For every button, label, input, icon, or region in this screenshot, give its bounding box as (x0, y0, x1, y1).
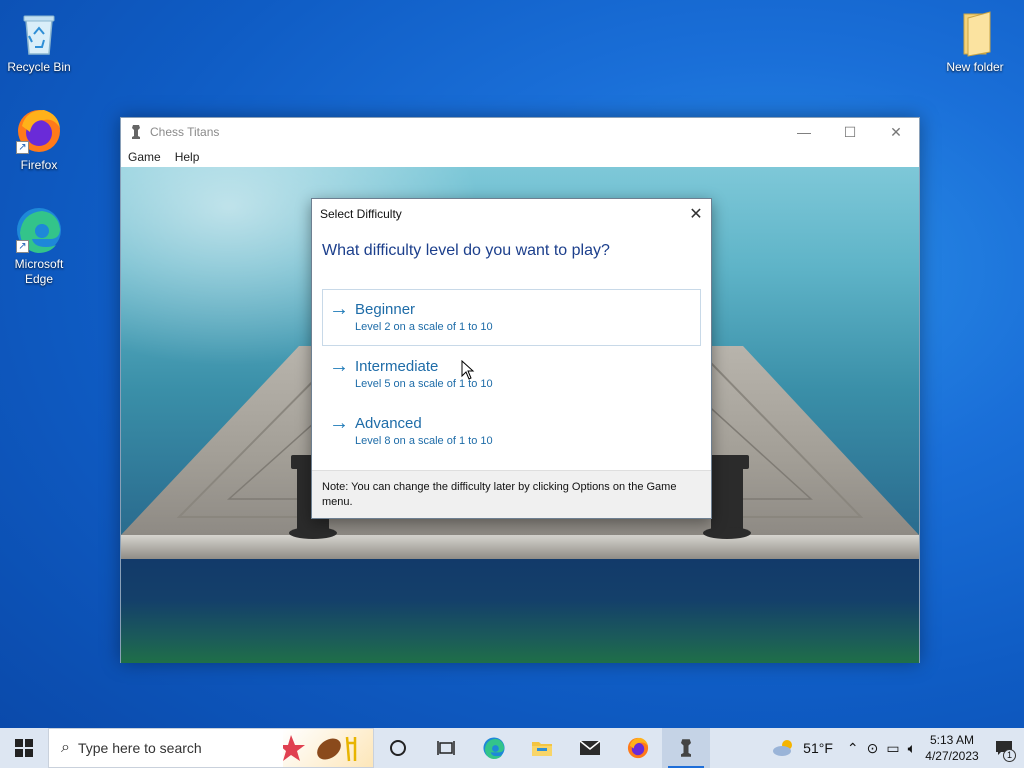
taskbar: ⌕ Type here to search 51°F ⌃ ⊙ ▭ 🔈︎ 5:13… (0, 728, 1024, 768)
weather-widget[interactable]: 51°F (767, 738, 843, 758)
desktop-icon-edge[interactable]: ↗ Microsoft Edge (1, 205, 77, 287)
folder-icon (950, 8, 1000, 58)
chess-titans-icon (132, 125, 140, 139)
search-placeholder: Type here to search (77, 740, 202, 756)
menu-game[interactable]: Game (127, 150, 168, 164)
dialog-title: Select Difficulty (320, 207, 402, 221)
shortcut-arrow-icon: ↗ (16, 141, 29, 154)
firefox-icon: ↗ (14, 106, 64, 156)
chess-titans-icon (681, 739, 691, 757)
option-advanced[interactable]: → Advanced Level 8 on a scale of 1 to 10 (322, 403, 701, 460)
new-folder-label: New folder (946, 60, 1004, 74)
window-title: Chess Titans (150, 125, 220, 139)
shortcut-arrow-icon: ↗ (16, 240, 29, 253)
desktop-icon-new-folder[interactable]: New folder (937, 8, 1013, 75)
arrow-right-icon: → (329, 412, 349, 434)
weather-temp: 51°F (803, 740, 833, 756)
edge-icon (483, 737, 505, 760)
task-view-icon (437, 741, 455, 755)
notifications-button[interactable]: 1 (984, 728, 1024, 768)
weather-cloudy-icon (773, 740, 793, 756)
mail-icon (579, 740, 601, 755)
window-titlebar[interactable]: Chess Titans — ☐ ✕ (121, 118, 919, 146)
firefox-label: Firefox (20, 158, 58, 172)
board-floor (121, 559, 919, 663)
option-description: Level 2 on a scale of 1 to 10 (355, 321, 493, 333)
meet-now-icon[interactable]: ⊙ (863, 740, 883, 757)
option-intermediate[interactable]: → Intermediate Level 5 on a scale of 1 t… (322, 346, 701, 403)
menu-bar: Game Help (121, 146, 919, 167)
desktop-icon-recycle-bin[interactable]: Recycle Bin (1, 8, 77, 75)
volume-icon[interactable]: 🔈︎ (904, 740, 920, 757)
notification-count: 1 (1003, 749, 1016, 762)
option-label: Intermediate (355, 358, 439, 375)
option-label: Beginner (355, 301, 416, 318)
system-tray: 51°F ⌃ ⊙ ▭ 🔈︎ 5:13 AM 4/27/2023 1 (767, 728, 1024, 768)
dialog-note: Note: You can change the difficulty late… (312, 470, 711, 518)
option-beginner[interactable]: → Beginner Level 2 on a scale of 1 to 10 (322, 289, 701, 346)
taskbar-firefox[interactable] (614, 728, 662, 768)
edge-icon: ↗ (14, 205, 64, 255)
taskbar-chess-titans[interactable] (662, 728, 710, 768)
chevron-up-icon[interactable]: ⌃ (843, 740, 863, 757)
start-button[interactable] (0, 728, 48, 768)
maximize-button[interactable]: ☐ (827, 118, 873, 146)
minimize-button[interactable]: — (781, 118, 827, 146)
option-description: Level 8 on a scale of 1 to 10 (355, 435, 493, 447)
recycle-bin-label: Recycle Bin (7, 60, 71, 74)
recycle-bin-icon (14, 8, 64, 58)
desktop-icon-firefox[interactable]: ↗ Firefox (1, 106, 77, 173)
edge-label: Microsoft Edge (14, 257, 64, 286)
cortana-button[interactable] (374, 728, 422, 768)
search-icon: ⌕ (61, 739, 70, 756)
arrow-right-icon: → (329, 298, 349, 320)
cortana-icon (390, 740, 406, 756)
firefox-icon (627, 737, 649, 759)
file-explorer-icon (532, 742, 552, 756)
taskbar-file-explorer[interactable] (518, 728, 566, 768)
taskbar-mail[interactable] (566, 728, 614, 768)
clock-time: 5:13 AM (929, 733, 975, 747)
dialog-titlebar[interactable]: Select Difficulty ✕ (312, 199, 711, 229)
option-description: Level 5 on a scale of 1 to 10 (355, 378, 493, 390)
task-view-button[interactable] (422, 728, 470, 768)
close-button[interactable]: ✕ (873, 118, 919, 146)
arrow-right-icon: → (329, 355, 349, 377)
option-label: Advanced (355, 415, 422, 432)
clock[interactable]: 5:13 AM 4/27/2023 (920, 732, 984, 764)
clock-date: 4/27/2023 (925, 749, 979, 763)
network-icon[interactable]: ▭ (882, 740, 903, 757)
dialog-question: What difficulty level do you want to pla… (322, 242, 610, 259)
taskbar-edge[interactable] (470, 728, 518, 768)
windows-logo-icon (15, 739, 33, 757)
mouse-cursor-icon (461, 360, 475, 380)
taskbar-search-box[interactable]: ⌕ Type here to search (48, 728, 374, 768)
search-highlight-graphic (279, 729, 373, 767)
menu-help[interactable]: Help (174, 150, 207, 164)
select-difficulty-dialog: Select Difficulty ✕ What difficulty leve… (311, 198, 712, 519)
dialog-close-button[interactable]: ✕ (681, 199, 711, 229)
